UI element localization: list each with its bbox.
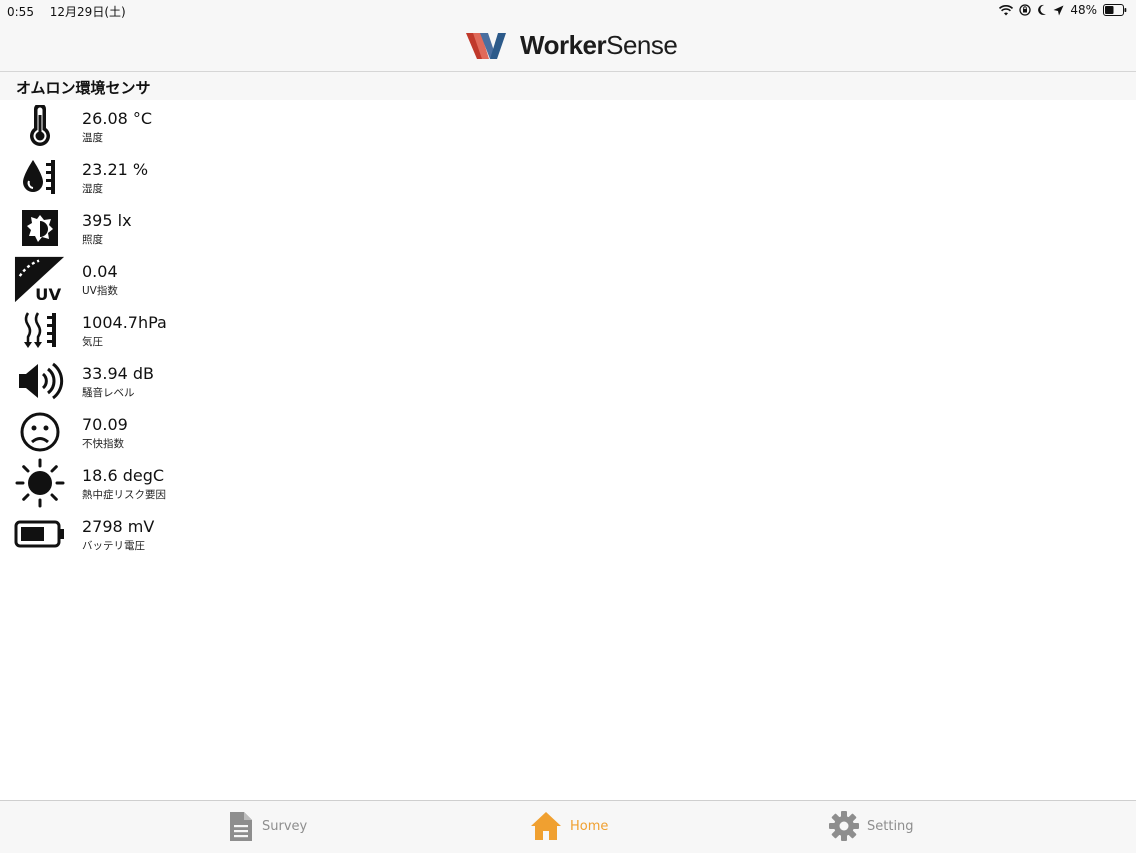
sensor-row-noise[interactable]: 33.94 dB 騒音レベル xyxy=(0,358,1136,409)
app-logo: WorkerSense xyxy=(466,30,678,61)
sensor-row-battery[interactable]: 2798 mV バッテリ電圧 xyxy=(0,511,1136,562)
sensor-label: バッテリ電圧 xyxy=(82,540,145,552)
sensor-label: 照度 xyxy=(82,234,103,246)
sensor-value: 1004.7hPa xyxy=(82,313,167,332)
pressure-icon xyxy=(14,307,66,353)
sad-face-icon xyxy=(14,409,66,455)
battery-percent: 48% xyxy=(1070,3,1097,17)
tab-survey[interactable]: Survey xyxy=(228,811,307,842)
sensor-row-discomfort[interactable]: 70.09 不快指数 xyxy=(0,409,1136,460)
sensor-label: 湿度 xyxy=(82,183,103,195)
status-battery-icon xyxy=(1103,4,1127,16)
sensor-label: 熱中症リスク要因 xyxy=(82,489,166,501)
brand-name-bold: Worker xyxy=(520,30,607,60)
sensor-label: 気圧 xyxy=(82,336,103,348)
tab-home-label: Home xyxy=(570,818,609,834)
sun-icon xyxy=(14,458,66,508)
brand-name: WorkerSense xyxy=(520,30,678,61)
sensor-value: 23.21 % xyxy=(82,160,149,179)
sensor-row-pressure[interactable]: 1004.7hPa 気圧 xyxy=(0,307,1136,358)
sensor-value: 26.08 °C xyxy=(82,109,153,128)
nav-bar: WorkerSense xyxy=(0,22,1136,72)
location-icon xyxy=(1053,5,1064,15)
sensor-value: 2798 mV xyxy=(82,517,155,536)
sensor-value: 18.6 degC xyxy=(82,466,165,485)
sensor-value: 395 lx xyxy=(82,211,132,230)
status-date: 12月29日(土) xyxy=(49,5,126,19)
sensor-value: 70.09 xyxy=(82,415,128,434)
brand-name-light: Sense xyxy=(606,30,678,60)
sensor-row-heatstroke[interactable]: 18.6 degC 熱中症リスク要因 xyxy=(0,458,1136,511)
sensor-value: 0.04 xyxy=(82,262,118,281)
home-icon xyxy=(531,812,561,840)
sensor-row-humidity[interactable]: 23.21 % 湿度 xyxy=(0,154,1136,205)
tab-home[interactable]: Home xyxy=(530,811,608,841)
battery-icon xyxy=(14,511,66,557)
tab-setting-label: Setting xyxy=(867,818,914,834)
status-time: 0:55 xyxy=(7,5,34,19)
sensor-label: 不快指数 xyxy=(82,438,124,450)
tab-survey-label: Survey xyxy=(262,819,308,834)
sensor-label: 温度 xyxy=(82,132,103,144)
sensor-row-uv[interactable]: UV 0.04 UV指数 xyxy=(0,256,1136,307)
tab-bar: Survey Home Setting xyxy=(0,800,1136,853)
workersense-logo-icon xyxy=(466,32,506,59)
gear-icon xyxy=(829,811,859,841)
sensor-label: 騒音レベル xyxy=(82,387,135,399)
sensor-value: 33.94 dB xyxy=(82,364,155,383)
humidity-icon xyxy=(14,154,66,200)
svg-text:UV: UV xyxy=(35,285,61,304)
sensor-label: UV指数 xyxy=(82,285,118,297)
sensor-list: 26.08 °C 温度 23.21 % 湿度 395 lx 照度 UV 0.04… xyxy=(0,103,1136,562)
status-right: 48% xyxy=(999,3,1127,17)
status-bar: 0:55 12月29日(土) 48% xyxy=(0,0,1136,22)
speaker-icon xyxy=(14,358,66,404)
thermometer-icon xyxy=(14,103,66,149)
wifi-icon xyxy=(999,4,1014,15)
document-icon xyxy=(230,812,252,841)
moon-icon xyxy=(1038,4,1047,15)
illuminance-icon xyxy=(14,205,66,251)
section-header: オムロン環境センサ xyxy=(0,72,1136,100)
sensor-row-illuminance[interactable]: 395 lx 照度 xyxy=(0,205,1136,256)
uv-icon: UV xyxy=(14,256,66,304)
status-left: 0:55 12月29日(土) xyxy=(7,3,138,20)
tab-setting[interactable]: Setting xyxy=(829,811,914,841)
sensor-row-temperature[interactable]: 26.08 °C 温度 xyxy=(0,103,1136,154)
section-title: オムロン環境センサ xyxy=(16,79,151,97)
orientation-lock-icon xyxy=(1019,4,1031,16)
